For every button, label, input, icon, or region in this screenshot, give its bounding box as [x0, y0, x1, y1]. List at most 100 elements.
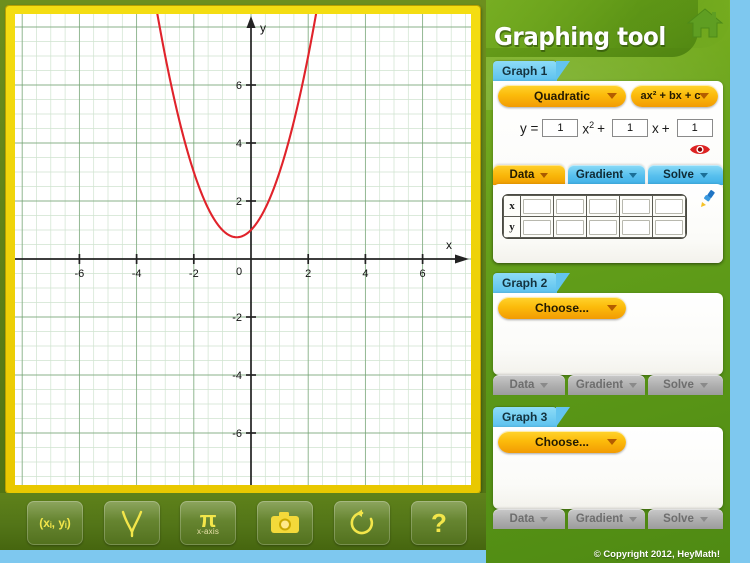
graph-1-type-label: Quadratic: [533, 89, 590, 103]
data-cell-input[interactable]: [589, 219, 617, 235]
data-cell-input[interactable]: [523, 198, 551, 214]
graphing-tool-app: -6 -4 -2 0 2 4 6 -6 -4 -2 2 4 6 x y (xᵢ, yᵢ) π x-axis: [0, 0, 750, 563]
coefficient-b-input[interactable]: [612, 119, 649, 137]
equation-plus-2: +: [661, 120, 670, 136]
tab-graph-2-label: Graph 2: [502, 276, 548, 290]
graph-2-tab-solve[interactable]: Solve: [648, 375, 723, 395]
data-cell-y-3[interactable]: [619, 216, 653, 238]
chevron-down-icon: [629, 172, 638, 178]
graph-3-tab-data[interactable]: Data: [493, 509, 565, 529]
pi-xaxis-button[interactable]: π x-axis: [180, 501, 236, 545]
graph-3-tab-solve[interactable]: Solve: [648, 509, 723, 529]
tab-graph-1[interactable]: Graph 1: [493, 61, 571, 81]
snapshot-button[interactable]: [257, 501, 313, 545]
data-cell-input[interactable]: [589, 198, 617, 214]
data-cell-x-4[interactable]: [652, 195, 686, 217]
svg-text:0: 0: [236, 266, 242, 278]
data-cell-x-3[interactable]: [619, 195, 653, 217]
svg-text:-6: -6: [232, 428, 242, 440]
svg-text:4: 4: [236, 138, 242, 150]
visibility-eye-icon[interactable]: [689, 143, 711, 156]
graph-2-tab-gradient[interactable]: Gradient: [568, 375, 645, 395]
data-cell-input[interactable]: [655, 198, 683, 214]
graph-2-type-dropdown[interactable]: Choose...: [498, 297, 626, 319]
graph-2-type-label: Choose...: [534, 301, 589, 315]
equation-x: x: [652, 120, 659, 136]
graph-2-tab-data[interactable]: Data: [493, 375, 565, 395]
chevron-down-icon: [607, 439, 617, 445]
chevron-down-icon: [540, 516, 549, 522]
data-cell-y-2[interactable]: [586, 216, 620, 238]
graph-3-tab-data-label: Data: [509, 513, 535, 525]
svg-text:2: 2: [236, 196, 242, 208]
svg-text:-6: -6: [75, 268, 85, 280]
graph-1-tab-data[interactable]: Data: [493, 165, 565, 185]
equation-x-squared: x2: [582, 119, 595, 137]
chevron-down-icon: [540, 382, 549, 388]
graph-2-tab-solve-label: Solve: [663, 379, 694, 391]
chevron-down-icon: [699, 172, 708, 178]
graph-frame: -6 -4 -2 0 2 4 6 -6 -4 -2 2 4 6 x y: [6, 6, 480, 493]
graph-3-type-dropdown[interactable]: Choose...: [498, 431, 626, 453]
graph-1-tab-gradient-label: Gradient: [575, 169, 624, 181]
coordinates-button[interactable]: (xᵢ, yᵢ): [27, 501, 83, 545]
chevron-down-icon: [540, 172, 549, 178]
chevron-down-icon: [629, 516, 638, 522]
data-cell-x-2[interactable]: [586, 195, 620, 217]
copyright-text: © Copyright 2012, HeyMath!: [593, 549, 720, 560]
graph-2-tab-data-label: Data: [509, 379, 535, 391]
data-cell-input[interactable]: [655, 219, 683, 235]
data-cell-input[interactable]: [622, 219, 650, 235]
home-icon[interactable]: [685, 6, 725, 40]
graph-3-type-label: Choose...: [534, 435, 589, 449]
svg-text:6: 6: [236, 80, 242, 92]
data-cell-input[interactable]: [556, 219, 584, 235]
tab-graph-1-label: Graph 1: [502, 64, 548, 78]
help-button[interactable]: ?: [411, 501, 467, 545]
graph-1-type-dropdown[interactable]: Quadratic: [498, 85, 626, 107]
coordinates-glyph: (xᵢ, yᵢ): [39, 516, 71, 530]
svg-text:4: 4: [362, 268, 368, 280]
bottom-toolbar: (xᵢ, yᵢ) π x-axis ?: [0, 493, 486, 550]
svg-text:6: 6: [420, 268, 426, 280]
chevron-down-icon: [699, 516, 708, 522]
graph-1-tab-data-label: Data: [509, 169, 535, 181]
graph-1-tab-gradient[interactable]: Gradient: [568, 165, 645, 185]
data-cell-y-1[interactable]: [553, 216, 587, 238]
tab-graph-2[interactable]: Graph 2: [493, 273, 571, 293]
graph-1-form-dropdown[interactable]: ax² + bx + c: [631, 85, 718, 107]
reset-button[interactable]: [334, 501, 390, 545]
graph-3-tab-gradient-label: Gradient: [575, 513, 624, 525]
curve-button[interactable]: [104, 501, 160, 545]
graph-canvas[interactable]: -6 -4 -2 0 2 4 6 -6 -4 -2 2 4 6 x y: [15, 14, 471, 485]
curve-icon: [121, 510, 143, 538]
tab-graph-3[interactable]: Graph 3: [493, 407, 571, 427]
svg-text:-2: -2: [189, 268, 199, 280]
brush-icon[interactable]: [698, 190, 716, 208]
data-cell-y-0[interactable]: [520, 216, 554, 238]
equation-plus-1: +: [597, 120, 606, 136]
data-table[interactable]: xy: [502, 194, 687, 239]
graph-3-tab-gradient[interactable]: Gradient: [568, 509, 645, 529]
svg-text:y: y: [260, 21, 266, 35]
data-cell-y-4[interactable]: [652, 216, 686, 238]
coefficient-a-input[interactable]: [542, 119, 579, 137]
data-cell-input[interactable]: [523, 219, 551, 235]
data-cell-input[interactable]: [556, 198, 584, 214]
question-mark-icon: ?: [431, 508, 447, 538]
svg-text:-4: -4: [132, 268, 142, 280]
svg-text:-4: -4: [232, 370, 242, 382]
graph-1-tab-solve[interactable]: Solve: [648, 165, 723, 185]
reset-arrow-icon: [350, 509, 374, 535]
chevron-down-icon: [699, 93, 709, 99]
data-cell-input[interactable]: [622, 198, 650, 214]
graph-2-tab-gradient-label: Gradient: [575, 379, 624, 391]
data-cell-x-1[interactable]: [553, 195, 587, 217]
equation-row: y = x2 + x +: [520, 119, 717, 137]
coefficient-c-input[interactable]: [676, 119, 713, 137]
coordinate-plot[interactable]: -6 -4 -2 0 2 4 6 -6 -4 -2 2 4 6 x y: [15, 14, 471, 485]
svg-text:x: x: [446, 238, 452, 252]
page-title: Graphing tool: [494, 22, 666, 51]
data-table-row-y: y: [503, 216, 686, 238]
data-cell-x-0[interactable]: [520, 195, 554, 217]
